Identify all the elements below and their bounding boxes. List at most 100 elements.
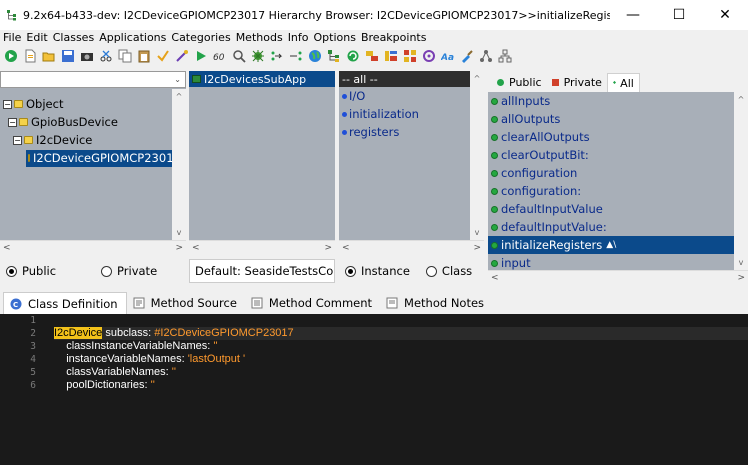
debug-icon[interactable] [249,48,266,65]
radio-private[interactable] [101,265,113,277]
maximize-button[interactable]: ☐ [656,0,702,30]
application-item-i2cdevicessubapp[interactable]: I2cDevicesSubApp [189,71,335,87]
variable-icon[interactable]: 60 [211,48,228,65]
hierarchy-icon[interactable] [325,48,342,65]
method-item-defaultinputvalue[interactable]: defaultInputValue [488,200,748,218]
radio-public[interactable] [6,265,17,277]
category-item-initialization[interactable]: initialization [339,105,484,123]
tree-item-i2cdevicegpiomcp23017[interactable]: I2CDeviceGPIOMCP23017 [0,149,186,167]
menu-edit[interactable]: Edit [26,31,47,44]
new-icon[interactable] [21,48,38,65]
method-source-icon [133,297,145,309]
collapse-icon[interactable]: − [3,99,12,109]
network-icon[interactable] [477,48,494,65]
application-pane[interactable]: I2cDevicesSubApp < > [189,71,335,254]
shape-icon[interactable] [401,48,418,65]
save-icon[interactable] [59,48,76,65]
tab-method-comment[interactable]: Method Comment [245,292,380,314]
method-item-initializeregisters[interactable]: initializeRegisters ▲\ [488,236,748,254]
method-item-defaultinputvalue-setter[interactable]: defaultInputValue: [488,218,748,236]
hierarchy-horizontal-scrollbar[interactable]: < > [0,240,186,254]
brush-icon[interactable] [458,48,475,65]
radio-class[interactable] [425,265,437,277]
minimize-button[interactable]: — [610,0,656,30]
hierarchy-pane[interactable]: ⌄ − Object − GpioBusDevice − I2cDevice I2CD… [0,71,186,254]
hierarchy-vertical-scrollbar[interactable]: ^ v [172,89,186,240]
tree-item-gpiobusdevice[interactable]: − GpioBusDevice [0,113,186,131]
settings-icon[interactable] [420,48,437,65]
menu-applications[interactable]: Applications [99,31,166,44]
class-folder-icon [28,154,30,162]
tab-method-source[interactable]: Method Source [127,292,245,314]
tree-item-label: Object [26,97,64,111]
run-icon[interactable] [2,48,19,65]
categories-horizontal-scrollbar[interactable]: < > [339,240,484,254]
code-lines[interactable]: I2cDevice subclass: #I2CDeviceGPIOMCP230… [54,314,748,465]
tab-class-definition[interactable]: C Class Definition [3,292,127,314]
menu-options[interactable]: Options [314,31,356,44]
method-item-clearoutputbit[interactable]: clearOutputBit: [488,146,748,164]
categories-pane[interactable]: -- all -- I/O initialization registers ^… [339,71,484,254]
code-token: '' [150,379,155,391]
method-item-clearalloutputs[interactable]: clearAllOutputs [488,128,748,146]
categories-vertical-scrollbar[interactable]: ^ v [470,71,484,240]
public-method-icon [491,97,498,105]
play-icon[interactable] [192,48,209,65]
category-item-io[interactable]: I/O [339,87,484,105]
tree-item-object[interactable]: − Object [0,95,186,113]
method-item-alloutputs[interactable]: allOutputs [488,110,748,128]
tab-public[interactable]: Public [492,73,547,92]
check-icon[interactable] [154,48,171,65]
collapse-icon[interactable]: − [13,135,22,145]
menu-file[interactable]: File [3,31,21,44]
refresh-icon[interactable] [344,48,361,65]
camera-icon[interactable] [78,48,95,65]
menu-classes[interactable]: Classes [53,31,94,44]
globe-icon[interactable] [306,48,323,65]
code-token: #I2CDeviceGPIOMCP23017 [154,327,294,339]
copy-icon[interactable] [116,48,133,65]
tab-all[interactable]: ⬩ All [606,73,640,92]
close-button[interactable]: ✕ [702,0,748,30]
browse-icon[interactable] [382,48,399,65]
method-item-configuration-setter[interactable]: configuration: [488,182,748,200]
radio-instance-label: Instance [361,264,410,278]
code-line[interactable]: I2cDevice subclass: #I2CDeviceGPIOMCP230… [54,327,748,340]
paste-icon[interactable] [135,48,152,65]
inspect-icon[interactable] [173,48,190,65]
menu-info[interactable]: Info [288,31,309,44]
category-item-registers[interactable]: registers [339,123,484,141]
code-line[interactable]: poolDictionaries: '' [54,379,748,392]
svg-text:C: C [13,301,18,309]
methods-horizontal-scrollbar[interactable]: < > [488,270,748,284]
methods-vertical-scrollbar[interactable]: ^ v [734,92,748,270]
code-line[interactable]: classInstanceVariableNames: '' [54,340,748,353]
category-item-all[interactable]: -- all -- [339,71,484,87]
code-line[interactable]: classVariableNames: '' [54,366,748,379]
default-application-field[interactable]: Default: SeasideTestsCoreL [189,259,335,283]
class-icon[interactable] [363,48,380,65]
method-item-allinputs[interactable]: allInputs [488,92,748,110]
cut-icon[interactable] [97,48,114,65]
hierarchy-filter-dropdown[interactable]: ⌄ [0,71,186,88]
methods-list[interactable]: allInputs allOutputs clearAllOutputs cle… [488,92,748,284]
font-icon[interactable]: Aa [439,48,456,65]
code-line[interactable]: instanceVariableNames: 'lastOutput ' [54,353,748,366]
senders-icon[interactable] [268,48,285,65]
find-icon[interactable] [230,48,247,65]
menu-methods[interactable]: Methods [236,31,283,44]
menu-breakpoints[interactable]: Breakpoints [361,31,427,44]
code-editor[interactable]: 1 2 3 4 5 6 I2cDevice subclass: #I2CDevi… [0,314,748,465]
open-icon[interactable] [40,48,57,65]
method-item-configuration[interactable]: configuration [488,164,748,182]
collapse-icon[interactable]: − [8,117,17,127]
menu-categories[interactable]: Categories [171,31,230,44]
tab-method-notes[interactable]: Method Notes [380,292,492,314]
tree-item-i2cdevice[interactable]: − I2cDevice [0,131,186,149]
implementors-icon[interactable] [287,48,304,65]
tab-private[interactable]: Private [547,73,607,92]
code-line[interactable] [54,314,748,327]
tree-icon[interactable] [496,48,513,65]
radio-instance[interactable] [345,265,356,277]
application-horizontal-scrollbar[interactable]: < > [189,240,335,254]
